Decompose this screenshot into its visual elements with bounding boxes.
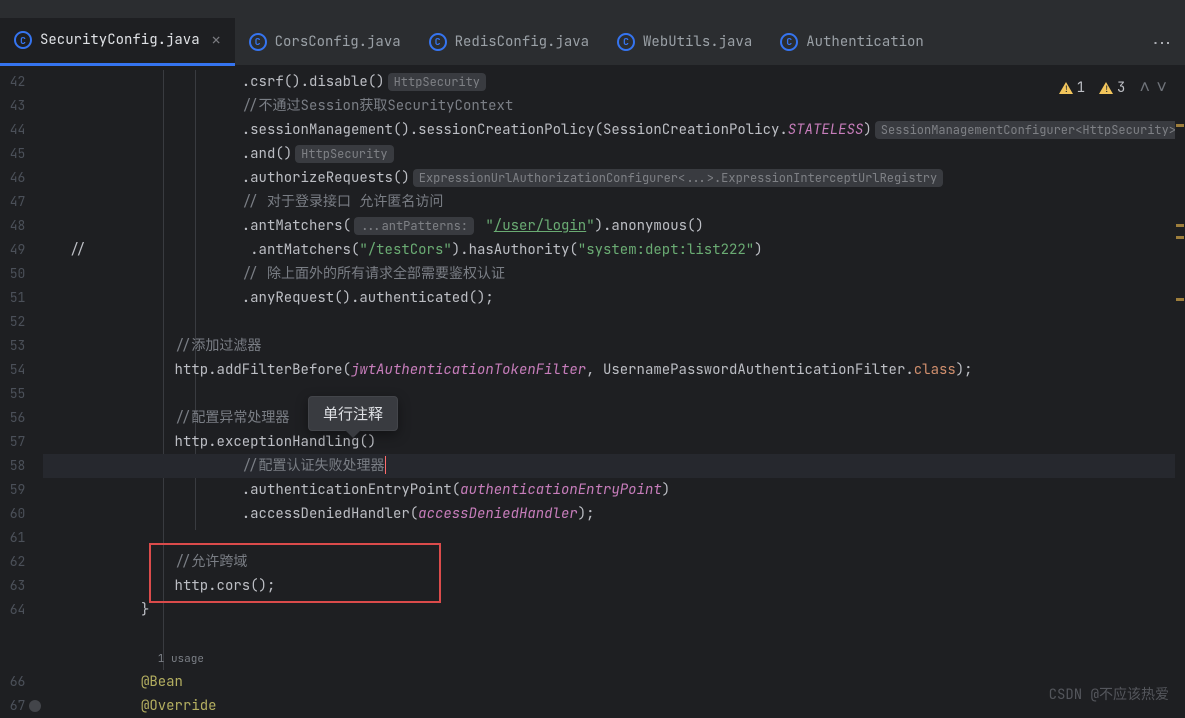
code-area[interactable]: .csrf().disable()HttpSecurity //不通过Sessi… — [43, 66, 1185, 716]
line-number: 60 — [6, 502, 25, 526]
editor-tab[interactable]: C Authentication — [766, 18, 938, 66]
line-number: 64 — [6, 598, 25, 622]
line-number: 58 — [6, 454, 25, 478]
code-line[interactable]: //配置异常处理器 — [43, 406, 1185, 430]
line-number: 66 — [6, 670, 25, 694]
code-line[interactable]: @Override — [43, 694, 1185, 718]
line-number: 63 — [6, 574, 25, 598]
code-line[interactable] — [43, 622, 1185, 646]
tab-label: CorsConfig.java — [275, 33, 401, 51]
inlay-hint: SessionManagementConfigurer<HttpSecurity… — [875, 121, 1182, 139]
code-line[interactable]: .sessionManagement().sessionCreationPoli… — [43, 118, 1185, 142]
code-line[interactable]: .csrf().disable()HttpSecurity — [43, 70, 1185, 94]
code-line[interactable]: //添加过滤器 — [43, 334, 1185, 358]
code-line[interactable]: http.exceptionHandling() — [43, 430, 1185, 454]
code-line[interactable]: //不通过Session获取SecurityContext — [43, 94, 1185, 118]
line-number: 47 — [6, 190, 25, 214]
code-line[interactable]: .authenticationEntryPoint(authentication… — [43, 478, 1185, 502]
editor-tab[interactable]: C CorsConfig.java — [235, 18, 415, 66]
tab-label: SecurityConfig.java — [40, 31, 200, 49]
code-line[interactable]: .anyRequest().authenticated(); — [43, 286, 1185, 310]
line-number: 43 — [6, 94, 25, 118]
code-line[interactable]: // 除上面外的所有请求全部需要鉴权认证 — [43, 262, 1185, 286]
tooltip: 单行注释 — [308, 396, 398, 431]
class-icon: C — [14, 31, 32, 49]
class-icon: C — [429, 33, 447, 51]
code-line[interactable]: .accessDeniedHandler(accessDeniedHandler… — [43, 502, 1185, 526]
code-line[interactable]: 1 usage — [43, 646, 1185, 670]
code-line[interactable] — [43, 310, 1185, 334]
error-stripe[interactable] — [1175, 66, 1185, 716]
line-number: 55 — [6, 382, 25, 406]
tab-label: WebUtils.java — [643, 33, 752, 51]
line-number — [6, 646, 25, 670]
class-icon: C — [617, 33, 635, 51]
line-number: 51 — [6, 286, 25, 310]
line-number: 50 — [6, 262, 25, 286]
editor-tab[interactable]: C WebUtils.java — [603, 18, 766, 66]
code-editor[interactable]: 4243444546474849505152535455565758596061… — [0, 66, 1185, 716]
line-number: 61 — [6, 526, 25, 550]
more-icon[interactable]: ⋮ — [1150, 34, 1173, 50]
editor-tab[interactable]: C SecurityConfig.java ✕ — [0, 18, 235, 66]
code-line[interactable]: } — [43, 598, 1185, 622]
gutter-icon[interactable] — [29, 700, 41, 712]
watermark: CSDN @不应该热爱 — [1049, 684, 1169, 704]
code-line[interactable] — [43, 382, 1185, 406]
code-line[interactable]: http.addFilterBefore(jwtAuthenticationTo… — [43, 358, 1185, 382]
line-number: 44 — [6, 118, 25, 142]
line-number: 42 — [6, 70, 25, 94]
code-line[interactable]: // .antMatchers("/testCors").hasAuthorit… — [43, 238, 1185, 262]
tab-label: Authentication — [806, 33, 924, 51]
line-number: 67 — [6, 694, 25, 718]
code-line[interactable]: .antMatchers(...antPatterns: "/user/logi… — [43, 214, 1185, 238]
caret — [385, 456, 386, 474]
next-highlight-icon[interactable]: ˅ — [1156, 76, 1167, 99]
line-number: 56 — [6, 406, 25, 430]
line-number: 48 — [6, 214, 25, 238]
line-number: 53 — [6, 334, 25, 358]
code-line[interactable]: .and()HttpSecurity — [43, 142, 1185, 166]
class-icon: C — [249, 33, 267, 51]
line-number: 54 — [6, 358, 25, 382]
code-line[interactable] — [43, 526, 1185, 550]
weak-warning-icon[interactable]: 1 — [1059, 79, 1085, 97]
warning-icon[interactable]: 3 — [1099, 79, 1125, 97]
inlay-hint: ...antPatterns: — [354, 217, 474, 235]
prev-highlight-icon[interactable]: ˄ — [1139, 76, 1150, 99]
tab-label: RedisConfig.java — [455, 33, 589, 51]
code-line[interactable]: //配置认证失败处理器 — [43, 454, 1185, 478]
line-number: 59 — [6, 478, 25, 502]
inlay-hint: HttpSecurity — [295, 145, 393, 163]
code-line[interactable]: http.cors(); — [43, 574, 1185, 598]
line-number — [6, 622, 25, 646]
menu-bar — [0, 0, 1185, 18]
class-icon: C — [780, 33, 798, 51]
inlay-hint: HttpSecurity — [388, 73, 486, 91]
line-number: 57 — [6, 430, 25, 454]
editor-tabs: C SecurityConfig.java ✕ C CorsConfig.java C Re… — [0, 18, 1185, 66]
line-gutter: 4243444546474849505152535455565758596061… — [0, 66, 43, 716]
code-line[interactable]: // 对于登录接口 允许匿名访问 — [43, 190, 1185, 214]
line-number: 49 — [6, 238, 25, 262]
inspections-widget[interactable]: 1 3 ˄ ˅ — [1059, 76, 1167, 99]
code-line[interactable]: @Bean — [43, 670, 1185, 694]
close-icon[interactable]: ✕ — [212, 30, 221, 50]
editor-tab[interactable]: C RedisConfig.java — [415, 18, 603, 66]
line-number: 45 — [6, 142, 25, 166]
inlay-hint: ExpressionUrlAuthorizationConfigurer<...… — [413, 169, 943, 187]
code-line[interactable]: //允许跨域 — [43, 550, 1185, 574]
line-number: 52 — [6, 310, 25, 334]
code-line[interactable]: .authorizeRequests()ExpressionUrlAuthori… — [43, 166, 1185, 190]
line-number: 46 — [6, 166, 25, 190]
line-number: 62 — [6, 550, 25, 574]
